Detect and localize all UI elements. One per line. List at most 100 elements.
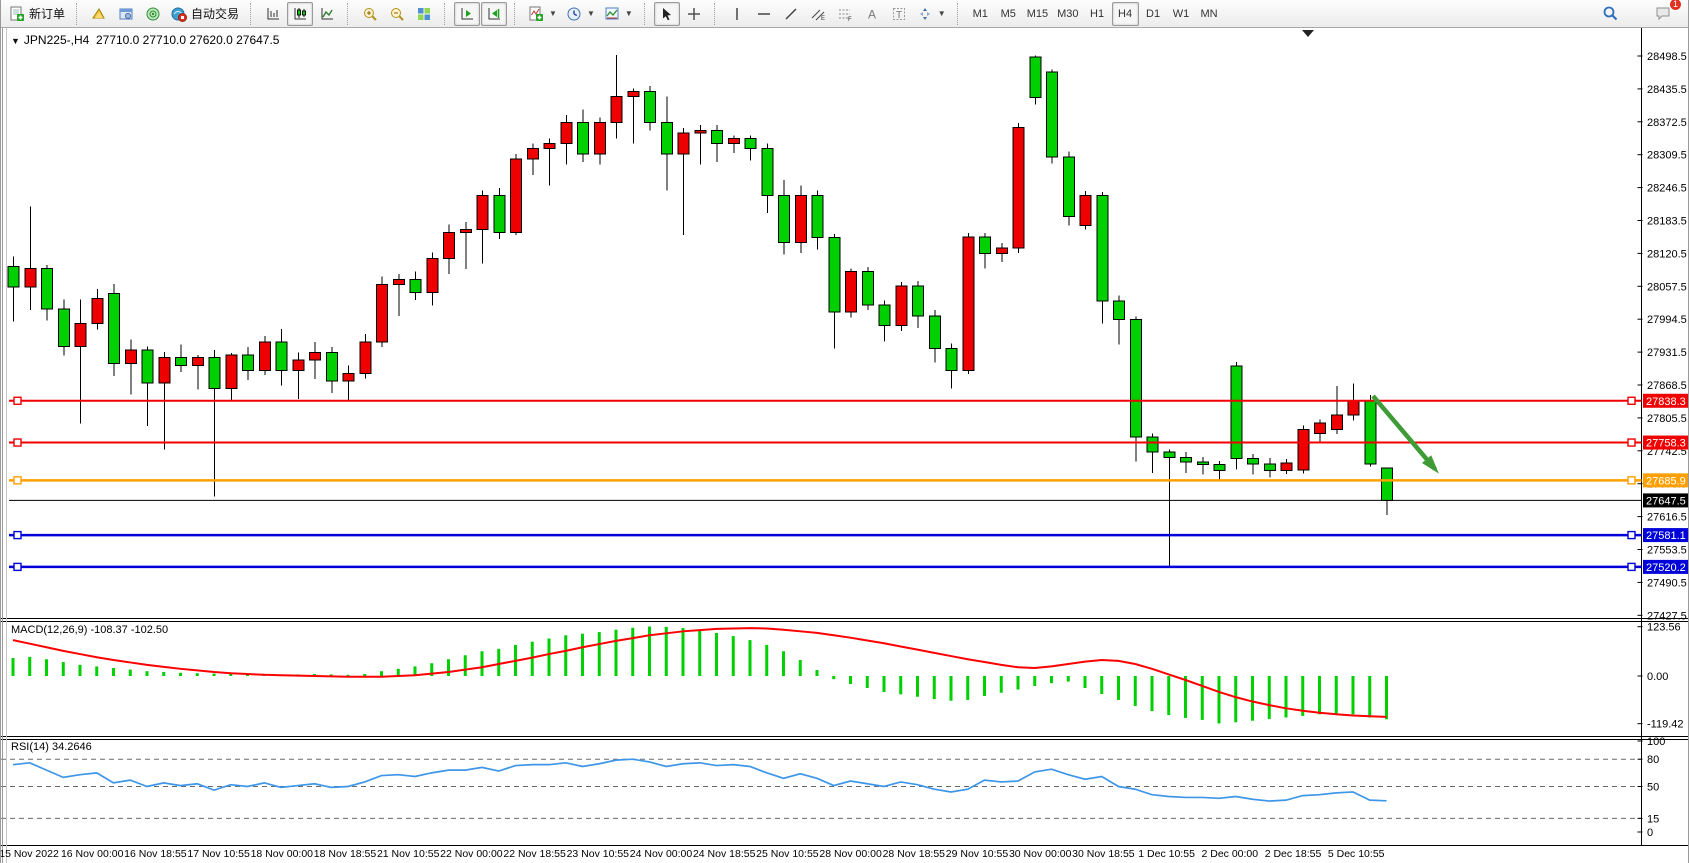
line-handle[interactable] (14, 477, 21, 484)
auto-trading-button[interactable]: 自动交易 (167, 2, 243, 26)
macd-histogram-bar (1218, 676, 1221, 723)
crosshair-icon (686, 6, 702, 22)
toolbar-separator (957, 3, 962, 25)
notifications-button[interactable]: 1 (1650, 2, 1676, 26)
macd-histogram-bar (1234, 676, 1237, 722)
market-watch-button[interactable] (113, 2, 139, 26)
timeframe-m5-button[interactable]: M5 (995, 2, 1022, 26)
time-tick-label: 2 Dec 18:55 (1265, 848, 1322, 860)
market-watch-icon (118, 6, 134, 22)
bear-candle (1047, 72, 1058, 157)
line-handle[interactable] (14, 397, 21, 404)
macd-histogram-bar (481, 651, 484, 676)
line-price-label: 27838.3 (1646, 396, 1686, 408)
chart-area[interactable]: 28498.528435.528372.528309.528246.528183… (1, 28, 1689, 863)
bull-candle (444, 232, 455, 258)
bull-candle (377, 284, 388, 341)
templates-button[interactable]: ▼ (600, 2, 637, 26)
bear-candle (1214, 465, 1225, 471)
profile-button[interactable] (86, 2, 112, 26)
chart-canvas[interactable]: 28498.528435.528372.528309.528246.528183… (1, 28, 1689, 863)
macd-histogram-bar (62, 662, 65, 676)
data-window-button[interactable] (140, 2, 166, 26)
macd-histogram-bar (933, 676, 936, 699)
macd-histogram-bar (229, 674, 232, 676)
bear-candle (1130, 319, 1141, 437)
timeframe-m1-button[interactable]: M1 (967, 2, 994, 26)
timeframe-h4-button[interactable]: H4 (1112, 2, 1139, 26)
timeframes-menu-button[interactable]: ▼ (562, 2, 599, 26)
fibonacci-tool-button[interactable]: F (832, 2, 858, 26)
indicators-button[interactable]: ▼ (524, 2, 561, 26)
line-handle[interactable] (14, 563, 21, 570)
zoom-out-button[interactable] (384, 2, 410, 26)
timeframe-d1-button[interactable]: D1 (1140, 2, 1167, 26)
macd-histogram-bar (983, 676, 986, 696)
arrows-tool-button[interactable]: ▼ (913, 2, 950, 26)
indicators-icon (528, 6, 544, 22)
bear-candle (862, 271, 873, 304)
crosshair-tool-button[interactable] (681, 2, 707, 26)
timeframe-m15-button[interactable]: M15 (1023, 2, 1052, 26)
zoom-in-button[interactable] (357, 2, 383, 26)
time-axis[interactable]: 15 Nov 202216 Nov 00:0016 Nov 18:5517 No… (1, 848, 1385, 860)
auto-scroll-button[interactable] (454, 2, 480, 26)
line-handle[interactable] (1628, 563, 1635, 570)
toolbar-separator (76, 3, 81, 25)
time-tick-label: 22 Nov 18:55 (503, 848, 566, 860)
macd-histogram-bar (782, 651, 785, 676)
line-handle[interactable] (1628, 532, 1635, 539)
timeframe-h1-button[interactable]: H1 (1084, 2, 1111, 26)
timeframe-w1-button[interactable]: W1 (1168, 2, 1195, 26)
macd-histogram-bar (1050, 676, 1053, 683)
line-handle[interactable] (1628, 397, 1635, 404)
line-chart-button[interactable] (314, 2, 340, 26)
horizontal-line-tool-button[interactable] (751, 2, 777, 26)
chart-shift-button[interactable] (481, 2, 507, 26)
text-label-tool-button[interactable]: T (886, 2, 912, 26)
new-order-button[interactable]: 新订单 (5, 2, 69, 26)
search-button[interactable] (1597, 2, 1623, 26)
timeframe-mn-button[interactable]: MN (1196, 2, 1223, 26)
bear-candle (661, 123, 672, 154)
macd-histogram-bar (162, 672, 165, 676)
vertical-line-tool-button[interactable] (724, 2, 750, 26)
bear-candle (58, 309, 69, 347)
timeframe-m30-button[interactable]: M30 (1053, 2, 1082, 26)
data-window-icon (145, 6, 161, 22)
macd-histogram-bar (129, 670, 132, 676)
svg-text:E: E (821, 16, 825, 22)
bull-candle (1315, 423, 1326, 433)
bear-candle (42, 268, 53, 309)
line-handle[interactable] (1628, 439, 1635, 446)
macd-histogram-bar (916, 676, 919, 697)
bull-candle (996, 248, 1007, 254)
macd-histogram-bar (1335, 676, 1338, 714)
text-tool-button[interactable]: A (859, 2, 885, 26)
bear-candle (1114, 301, 1125, 319)
bear-candle (645, 91, 656, 122)
channel-tool-button[interactable]: E (805, 2, 831, 26)
macd-histogram-bar (497, 649, 500, 676)
candlestick-chart-button[interactable] (287, 2, 313, 26)
rsi-tick-label: 0 (1647, 827, 1653, 839)
macd-histogram-bar (1167, 676, 1170, 715)
macd-histogram-bar (1033, 676, 1036, 686)
line-handle[interactable] (14, 439, 21, 446)
bar-chart-button[interactable] (260, 2, 286, 26)
tile-windows-button[interactable] (411, 2, 437, 26)
bull-candle (125, 350, 136, 364)
line-handle[interactable] (14, 532, 21, 539)
line-handle[interactable] (1628, 477, 1635, 484)
bear-candle (1097, 196, 1108, 301)
line-price-label: 27581.1 (1646, 530, 1686, 542)
svg-text:F: F (848, 17, 852, 22)
bear-candle (779, 196, 790, 243)
bear-candle (929, 316, 940, 349)
candlestick-chart-icon (292, 6, 308, 22)
macd-histogram-bar (698, 630, 701, 676)
bull-candle (511, 159, 522, 232)
trendline-tool-button[interactable] (778, 2, 804, 26)
line-price-label: 27758.3 (1646, 438, 1686, 450)
cursor-tool-button[interactable] (654, 2, 680, 26)
